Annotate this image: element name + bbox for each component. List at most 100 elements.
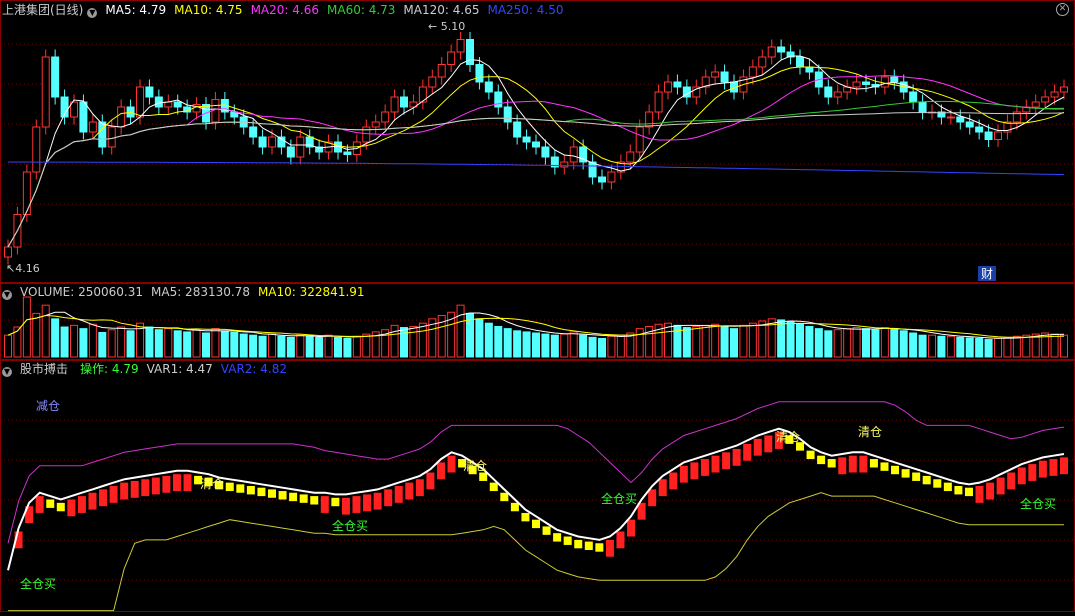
volume-bar-79 [748, 322, 757, 358]
indicator-toggle-icon[interactable]: ▼ [2, 367, 12, 377]
volume-bar-100 [946, 335, 955, 358]
volume-bar-92 [871, 329, 880, 358]
candle-body-14 [136, 86, 144, 118]
indicator-bar-25 [268, 489, 276, 498]
volume-bar-106 [1003, 336, 1012, 358]
indicator-bar-76 [806, 450, 815, 460]
candle-body-15 [145, 86, 154, 98]
candle-body-100 [946, 116, 955, 119]
candle-body-101 [956, 116, 965, 123]
volume-bar-12 [117, 326, 126, 358]
ma-legend-5: MA250: 4.50 [487, 3, 564, 17]
volume-bar-51 [484, 322, 493, 358]
indicator-bar-22 [236, 484, 245, 493]
indicator-bar-42 [447, 455, 456, 473]
indicator-bar-48 [510, 502, 519, 512]
chart-canvas[interactable]: ← 5.10↖4.16 财减仓清仓清仓清仓 清仓全仓买全仓买全仓买 全仓买 [0, 0, 1075, 613]
volume-bar-108 [1022, 334, 1031, 358]
close-icon[interactable]: ✕ [1056, 3, 1069, 16]
indicator-bar-28 [299, 494, 308, 503]
candle-body-50 [475, 64, 484, 83]
indicator-bar-79 [838, 457, 847, 475]
indicator-bar-66 [700, 459, 709, 476]
indicator-bar-83 [880, 462, 889, 471]
legend-toggle-icon[interactable]: ▼ [87, 8, 98, 18]
candle-body-52 [494, 91, 503, 108]
volume-bar-107 [1012, 335, 1021, 358]
volume-bar-86 [814, 328, 823, 358]
indicator-bar-100 [1060, 457, 1068, 475]
candle-body-51 [484, 81, 493, 93]
volume-bar-72 [682, 327, 691, 358]
indicator-bar-52 [553, 533, 562, 542]
ind-legend-2: VAR2: 4.82 [220, 362, 287, 376]
volume-toggle-icon[interactable]: ▼ [2, 290, 12, 300]
candle-body-105 [994, 131, 1002, 140]
indicator-bar-46 [489, 482, 498, 492]
volume-bar-27 [258, 335, 267, 358]
volume-bar-75 [711, 323, 720, 358]
candle-body-102 [965, 121, 974, 128]
stock-title: 上港集团(日线) [2, 3, 84, 17]
indicator-bar-97 [1028, 464, 1037, 481]
volume-bar-21 [202, 332, 210, 358]
indicator-bar-3 [35, 496, 44, 513]
candle-body-79 [748, 66, 757, 78]
volume-bar-76 [720, 325, 729, 358]
high-price-label: ← 5.10 [428, 20, 465, 33]
volume-bar-60 [569, 331, 578, 358]
indicator-bar-67 [711, 455, 720, 473]
candle-body-64 [607, 171, 616, 183]
candle-body-11 [107, 126, 116, 148]
volume-bar-87 [824, 330, 833, 358]
ma-legend-2: MA20: 4.66 [250, 3, 319, 17]
candle-body-36 [343, 151, 352, 155]
volume-bar-29 [277, 335, 286, 358]
volume-bar-31 [296, 334, 305, 358]
volume-bar-57 [541, 333, 550, 358]
volume-bar-26 [249, 334, 258, 358]
volume-bar-19 [183, 331, 192, 358]
volume-bar-41 [390, 324, 399, 358]
indicator-bar-30 [320, 496, 329, 513]
volume-bar-28 [268, 333, 276, 358]
indicator-bar-17 [183, 474, 192, 492]
volume-bar-15 [145, 326, 154, 358]
volume-bar-32 [305, 335, 314, 358]
indicator-bar-82 [869, 459, 878, 468]
indicator-line [7, 427, 1065, 571]
volume-bar-18 [173, 330, 182, 358]
indicator-bar-91 [964, 487, 973, 497]
volume-bar-30 [286, 336, 295, 358]
volume-bar-101 [956, 336, 965, 358]
candle-body-55 [522, 136, 531, 143]
candle-body-60 [569, 146, 578, 163]
candle-body-40 [381, 111, 390, 123]
volume-bar-94 [890, 328, 899, 358]
volume-bar-42 [400, 327, 408, 358]
volume-bar-23 [220, 330, 229, 358]
candle-body-5 [51, 56, 60, 98]
candle-body-54 [513, 121, 522, 138]
vol-legend-2: MA10: 322841.91 [257, 285, 365, 299]
indicator-bar-6 [67, 499, 76, 517]
candle-body-24 [230, 111, 239, 118]
vol-legend-1: MA5: 283130.78 [151, 285, 250, 299]
indicator-bar-86 [912, 472, 921, 481]
indicator-bar-68 [722, 452, 731, 470]
candle-body-39 [371, 121, 380, 128]
indicator-bar-35 [373, 492, 382, 510]
signal-clear-3: 清仓 [776, 430, 800, 444]
candle-body-47 [447, 51, 456, 65]
candle-body-31 [296, 136, 305, 158]
volume-bar-96 [909, 332, 918, 358]
volume-bar-53 [503, 328, 512, 358]
indicator-bar-9 [99, 489, 108, 507]
candle-body-3 [32, 126, 41, 173]
signal-clear-4: 清仓 [858, 425, 882, 439]
indicator-bar-8 [88, 492, 97, 510]
volume-bar-105 [994, 337, 1002, 358]
indicator-bar-4 [46, 499, 55, 508]
volume-bar-90 [852, 327, 861, 358]
indicator-legend: ▼ 股市搏击 操作: 4.79 VAR1: 4.47 VAR2: 4.82 [2, 361, 303, 377]
